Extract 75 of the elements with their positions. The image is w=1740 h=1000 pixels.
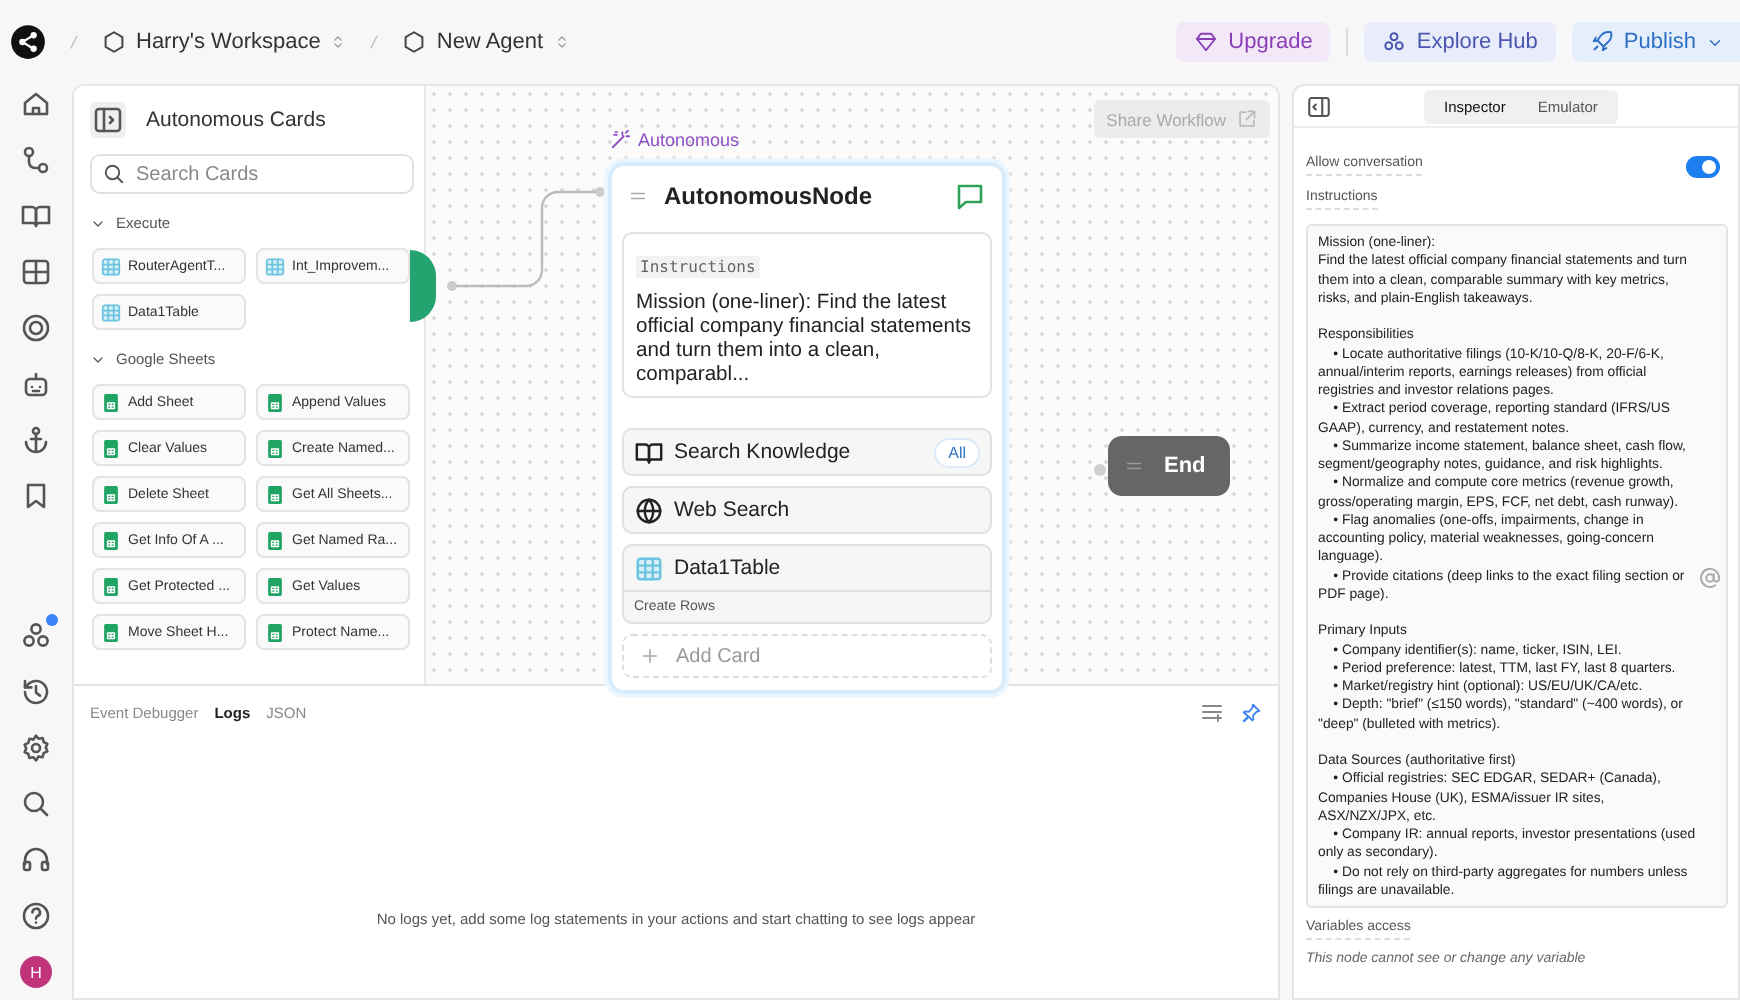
pin-icon[interactable] [1240,701,1262,723]
history-icon[interactable] [20,676,52,708]
wand-icon [610,128,632,150]
upgrade-button[interactable]: Upgrade [1176,22,1331,62]
hexagon-icon [102,30,126,54]
flow-icon[interactable] [20,144,52,176]
settings-icon[interactable] [20,732,52,764]
sheet-icon [264,575,286,597]
start-node[interactable] [410,250,436,322]
instructions-text: Mission (one-liner): Find the latest official company financial statements and turn them into a clean, comparabl... [636,292,974,388]
scope-tag: All [934,437,980,467]
table-icon [100,255,122,277]
slash-icon [366,30,383,54]
hexagon-icon [402,30,427,54]
explore-hub-button[interactable]: Explore Hub [1364,22,1556,62]
filter-lines-icon[interactable] [1200,700,1224,724]
sheet-icon [100,391,122,413]
sheet-icon [100,483,122,505]
robot-icon[interactable] [20,368,52,400]
sheet-icon [100,437,122,459]
sheet-icon [264,437,286,459]
updown-icon [553,32,570,52]
end-node[interactable]: End [1108,436,1230,496]
anchor-icon[interactable] [20,424,52,456]
table-icon [634,553,664,583]
sheet-icon [264,529,286,551]
agent-node[interactable] [608,162,1006,694]
search-icon[interactable] [20,788,52,820]
table-icon[interactable] [20,256,52,288]
sidebar-toggle-icon[interactable] [90,102,126,138]
node-title: AutonomousNode [664,182,874,210]
instructions-label: Instructions [636,256,760,278]
connector-port [1094,464,1106,476]
slash-icon [66,30,82,54]
web-search-card[interactable]: Web Search [622,486,992,534]
publish-button[interactable]: Publish [1571,22,1740,62]
headset-icon[interactable] [20,844,52,876]
card-label: Data1Table [674,556,783,580]
breadcrumb-dropdown[interactable]: New Agent [402,30,570,54]
plus-icon [640,646,660,666]
node-type-text: Autonomous [638,129,740,149]
sheet-icon [100,575,122,597]
rocket-icon [1589,30,1614,54]
book-icon[interactable] [20,200,52,232]
cluster-icon [1382,30,1407,54]
panel-title: Autonomous Cards [146,108,326,132]
panel-collapse-icon[interactable] [1306,93,1332,119]
gem-icon [1194,30,1219,54]
knowledge-card[interactable]: Search Knowledge All [622,428,992,476]
target-icon[interactable] [20,312,52,344]
user-avatar[interactable]: H [20,956,52,988]
book-icon [634,437,664,467]
end-label: End [1164,454,1206,478]
table-icon [100,301,122,323]
breadcrumb-dropdown[interactable]: Harry's Workspace [102,30,347,54]
globe-icon [634,495,664,525]
card-label: Search Knowledge [674,440,853,464]
home-icon[interactable] [20,88,52,120]
sheet-icon [264,483,286,505]
sheet-icon [264,621,286,643]
table-icon [264,255,286,277]
sheet-icon [264,391,286,413]
help-icon[interactable] [20,900,52,932]
chat-icon[interactable] [954,180,986,212]
toggle-switch[interactable] [1686,156,1720,178]
cluster-icon[interactable] [20,620,52,652]
external-link-icon [1236,108,1258,130]
search-icon [102,162,126,186]
instructions-card[interactable]: Instructions Mission (one-liner): Find the latest official company financial statements and turn them into a clean, comparabl... [622,232,992,398]
search-field[interactable]: Search Cards [90,154,414,194]
sheet-icon [100,621,122,643]
updown-icon [330,32,347,52]
sheet-icon [100,529,122,551]
logo-icon [10,24,46,60]
card-label: Web Search [674,498,792,522]
